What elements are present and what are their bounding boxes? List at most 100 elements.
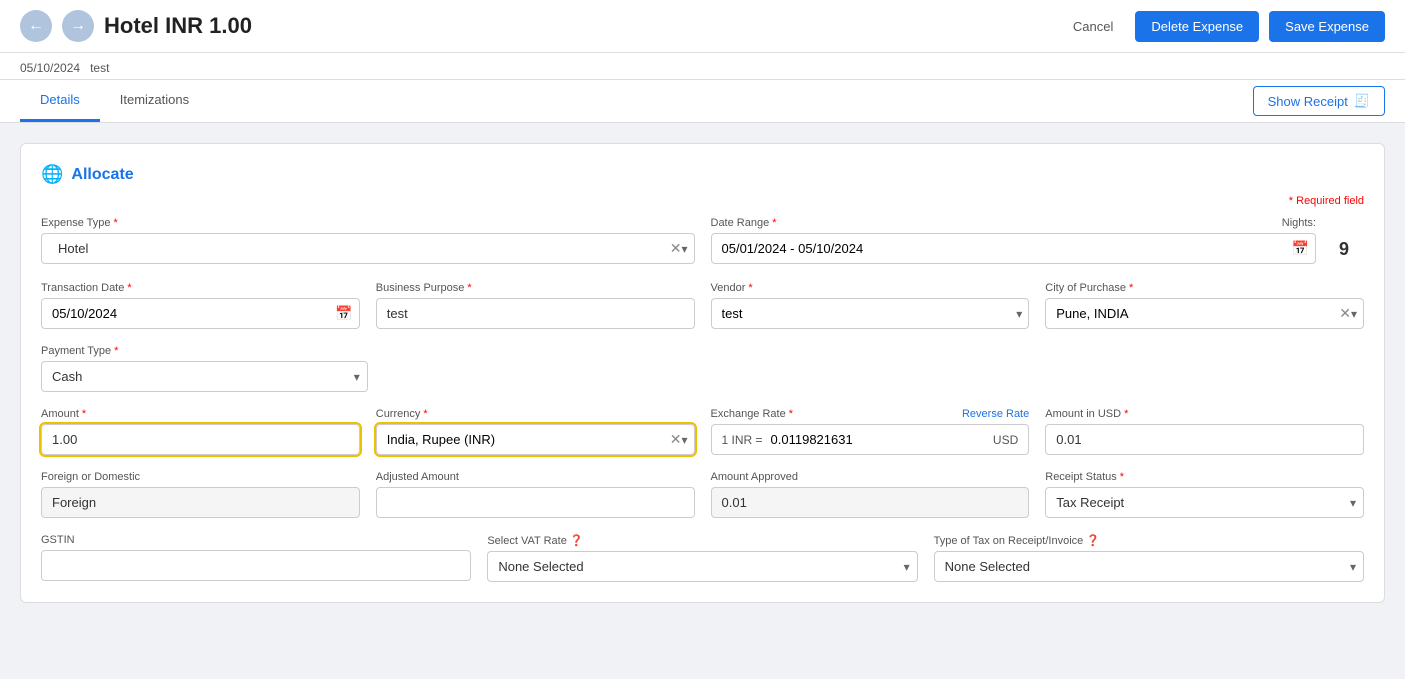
sub-bar: 05/10/2024 test (0, 53, 1405, 80)
currency-clear[interactable]: ✕ (670, 431, 682, 448)
amount-label: Amount * (41, 408, 360, 420)
amount-approved-label: Amount Approved (711, 471, 1030, 483)
city-of-purchase-group: City of Purchase * ✕ ▾ (1045, 282, 1364, 329)
vat-rate-group: Select VAT Rate ❓ None Selected ▾ (487, 534, 917, 582)
tabs-container: Details Itemizations (20, 80, 209, 122)
show-receipt-label: Show Receipt (1268, 94, 1348, 109)
exchange-rate-input[interactable] (767, 425, 989, 454)
nav-prev-button[interactable]: ← (20, 10, 52, 42)
exchange-rate-group: Exchange Rate * Reverse Rate 1 INR = USD (711, 408, 1030, 455)
foreign-domestic-group: Foreign or Domestic (41, 471, 360, 518)
tax-type-select[interactable]: None Selected (934, 551, 1364, 582)
payment-type-select[interactable]: Cash Credit Card Check (41, 361, 368, 392)
amount-usd-group: Amount in USD * (1045, 408, 1364, 455)
vendor-group: Vendor * ▾ (711, 282, 1030, 329)
vat-rate-select[interactable]: None Selected (487, 551, 917, 582)
content-area: 🌐 Allocate * Required field Expense Type… (0, 123, 1405, 642)
adjusted-amount-label: Adjusted Amount (376, 471, 695, 483)
required-note: * Required field (41, 195, 1364, 207)
date-range-input[interactable] (718, 234, 1292, 263)
tax-type-wrapper[interactable]: None Selected ▾ (934, 551, 1364, 582)
transaction-date-label: Transaction Date * (41, 282, 360, 294)
payment-type-label: Payment Type * (41, 345, 368, 357)
currency-group: Currency * ✕ ▾ (376, 408, 695, 455)
receipt-status-wrapper[interactable]: Tax Receipt Receipt No Receipt ▾ (1045, 487, 1364, 518)
amount-usd-label: Amount in USD * (1045, 408, 1364, 420)
business-purpose-label: Business Purpose * (376, 282, 695, 294)
allocate-label: Allocate (71, 166, 133, 184)
currency-input[interactable] (383, 425, 670, 454)
transaction-date-calendar[interactable]: 📅 (335, 305, 352, 322)
reverse-rate-button[interactable]: Reverse Rate (962, 408, 1029, 420)
required-text: Required field (1296, 195, 1364, 207)
exchange-prefix: 1 INR = (718, 433, 767, 447)
vendor-label: Vendor * (711, 282, 1030, 294)
allocate-icon: 🌐 (41, 164, 63, 185)
vat-rate-label: Select VAT Rate ❓ (487, 534, 917, 547)
show-receipt-button[interactable]: Show Receipt 🧾 (1253, 86, 1385, 116)
amount-input[interactable] (41, 424, 360, 455)
top-bar-right: Cancel Delete Expense Save Expense (1061, 11, 1385, 42)
city-chevron: ▾ (1351, 307, 1357, 321)
expense-type-group: Expense Type * ✕ ▾ (41, 217, 695, 264)
required-asterisk: * (1289, 195, 1293, 207)
date-range-section: Date Range * Nights: 📅 _ (711, 217, 1365, 266)
row-foreign-adjusted-approved-receipt: Foreign or Domestic Adjusted Amount Amou… (41, 471, 1364, 518)
save-expense-button[interactable]: Save Expense (1269, 11, 1385, 42)
city-of-purchase-input[interactable] (1052, 299, 1339, 328)
city-of-purchase-label: City of Purchase * (1045, 282, 1364, 294)
business-purpose-group: Business Purpose * (376, 282, 695, 329)
currency-wrapper[interactable]: ✕ ▾ (376, 424, 695, 455)
row-gstin-vat-tax: GSTIN Select VAT Rate ❓ None Selected ▾ (41, 534, 1364, 582)
gstin-input[interactable] (41, 550, 471, 581)
exchange-rate-wrapper[interactable]: 1 INR = USD (711, 424, 1030, 455)
delete-expense-button[interactable]: Delete Expense (1135, 11, 1259, 42)
vat-help-icon[interactable]: ❓ (570, 534, 584, 547)
expense-type-wrapper[interactable]: ✕ ▾ (41, 233, 695, 264)
nights-value: 9 (1324, 233, 1364, 266)
form-card: 🌐 Allocate * Required field Expense Type… (20, 143, 1385, 603)
receipt-status-label: Receipt Status * (1045, 471, 1364, 483)
payment-type-group: Payment Type * Cash Credit Card Check ▾ (41, 345, 368, 392)
transaction-date-group: Transaction Date * 📅 (41, 282, 360, 329)
transaction-date-input[interactable] (48, 299, 335, 328)
tab-itemizations[interactable]: Itemizations (100, 80, 209, 122)
currency-label: Currency * (376, 408, 695, 420)
vendor-wrapper[interactable]: ▾ (711, 298, 1030, 329)
receipt-status-select[interactable]: Tax Receipt Receipt No Receipt (1045, 487, 1364, 518)
top-bar-left: ← → Hotel INR 1.00 (20, 10, 252, 42)
allocate-header: 🌐 Allocate (41, 164, 1364, 185)
expense-type-chevron: ▾ (681, 242, 687, 256)
payment-type-wrapper[interactable]: Cash Credit Card Check ▾ (41, 361, 368, 392)
row-expense-daterange: Expense Type * ✕ ▾ Date Ra (41, 217, 1364, 266)
nights-label: Nights: (1282, 217, 1316, 229)
foreign-domestic-input (41, 487, 360, 518)
tax-type-group: Type of Tax on Receipt/Invoice ❓ None Se… (934, 534, 1364, 582)
date-range-wrapper[interactable]: 📅 (711, 233, 1317, 264)
adjusted-amount-input[interactable] (376, 487, 695, 518)
nav-next-button[interactable]: → (62, 10, 94, 42)
currency-chevron: ▾ (681, 433, 687, 447)
expense-type-input[interactable] (48, 234, 670, 263)
foreign-domestic-label: Foreign or Domestic (41, 471, 360, 483)
amount-usd-input[interactable] (1045, 424, 1364, 455)
receipt-icon: 🧾 (1354, 93, 1370, 109)
expense-date: 05/10/2024 (20, 57, 80, 79)
date-range-label: Date Range * (711, 217, 777, 229)
adjusted-amount-group: Adjusted Amount (376, 471, 695, 518)
expense-type-clear[interactable]: ✕ (670, 240, 682, 257)
tab-details[interactable]: Details (20, 80, 100, 122)
amount-approved-group: Amount Approved (711, 471, 1030, 518)
cancel-button[interactable]: Cancel (1061, 13, 1125, 40)
expense-type-label: Expense Type * (41, 217, 695, 229)
date-range-calendar[interactable]: 📅 (1292, 240, 1309, 257)
vendor-input[interactable] (718, 299, 1017, 328)
transaction-date-wrapper[interactable]: 📅 (41, 298, 360, 329)
business-purpose-input[interactable] (376, 298, 695, 329)
city-of-purchase-wrapper[interactable]: ✕ ▾ (1045, 298, 1364, 329)
page-title: Hotel INR 1.00 (104, 13, 252, 39)
tax-help-icon[interactable]: ❓ (1086, 534, 1100, 547)
tabs-row: Details Itemizations Show Receipt 🧾 (0, 80, 1405, 123)
vat-rate-wrapper[interactable]: None Selected ▾ (487, 551, 917, 582)
city-clear[interactable]: ✕ (1339, 305, 1351, 322)
